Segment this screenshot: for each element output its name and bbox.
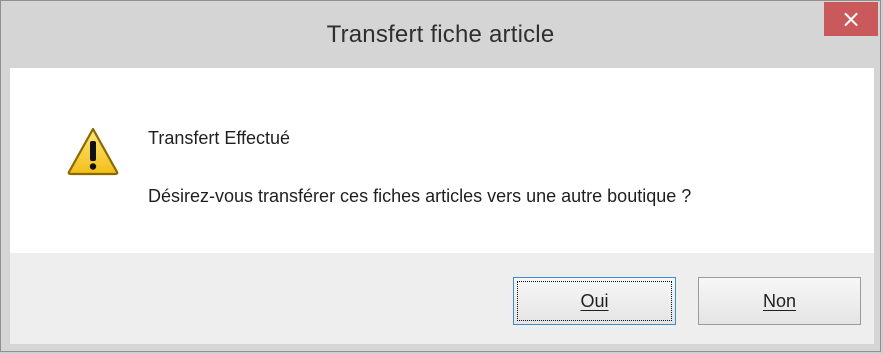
dialog-title: Transfert fiche article — [326, 21, 555, 48]
warning-icon — [67, 127, 119, 176]
dialog-window: Transfert fiche article × Transfert Effe… — [0, 0, 881, 352]
close-button[interactable]: × — [824, 2, 878, 36]
message-heading: Transfert Effectué — [148, 128, 291, 148]
no-button[interactable]: Non — [698, 277, 861, 325]
yes-button[interactable]: Oui — [513, 277, 676, 325]
yes-button-label: Oui — [580, 290, 609, 311]
message-panel: Transfert Effectué Désirez-vous transfér… — [10, 68, 874, 253]
no-button-label: Non — [762, 290, 797, 311]
close-icon: × — [840, 5, 862, 33]
message-text: Désirez-vous transférer ces fiches artic… — [148, 186, 692, 206]
title-bar: Transfert fiche article × — [1, 1, 880, 68]
